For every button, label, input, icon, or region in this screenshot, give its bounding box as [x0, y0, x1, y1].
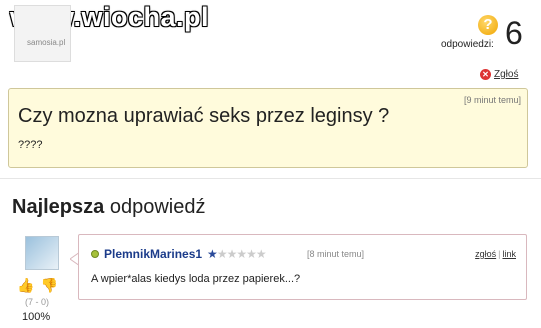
question-time: [9 minut temu] — [463, 95, 521, 105]
answer-permalink[interactable]: link — [502, 249, 516, 259]
question-bubble: [9 minut temu] Czy mozna uprawiać seks p… — [8, 88, 528, 168]
star-icon-filled: ★ — [207, 247, 218, 261]
thumbs-down-icon[interactable]: 👎 — [40, 277, 57, 294]
answers-count: 6 — [505, 15, 523, 51]
avatar-caption: samosia.pl — [27, 38, 66, 47]
best-answer-heading: Najlepsza odpowiedź — [12, 196, 205, 219]
vote-controls: 👍 👎 — [17, 277, 58, 294]
report-answer-link[interactable]: zgłoś — [475, 249, 496, 259]
best-answer-box: PlemnikMarines1 ★★★★★★ [8 minut temu] zg… — [78, 234, 527, 300]
best-answer-heading-bold: Najlepsza — [12, 196, 105, 218]
status-dot-icon — [91, 250, 99, 258]
answerer-avatar[interactable] — [25, 236, 59, 270]
report-icon: ✕ — [480, 69, 491, 80]
vote-count: (7 - 0) — [25, 297, 50, 307]
thumbs-up-icon[interactable]: 👍 — [17, 277, 34, 294]
answers-label: odpowiedzi: — [441, 39, 494, 50]
question-body: ???? — [18, 139, 43, 151]
report-question-link[interactable]: ✕ Zgłoś — [480, 69, 518, 80]
star-icon: ★★★★★ — [216, 247, 267, 261]
best-answer-heading-rest: odpowiedź — [109, 196, 206, 218]
vote-percent: 100% — [22, 311, 51, 323]
answer-user: PlemnikMarines1 ★★★★★★ — [91, 247, 267, 261]
report-label: Zgłoś — [494, 69, 519, 80]
asker-avatar[interactable]: samosia.pl — [14, 5, 71, 62]
answer-text: A wpier*alas kiedys loda przez papierek.… — [91, 273, 301, 285]
answer-actions: zgłoś | link — [475, 249, 516, 259]
answer-username[interactable]: PlemnikMarines1 — [104, 247, 202, 261]
answer-time: [8 minut temu] — [307, 249, 365, 259]
section-divider — [0, 178, 541, 179]
question-mark-icon: ? — [478, 15, 498, 35]
rating-stars: ★★★★★★ — [207, 247, 267, 261]
question-title: Czy mozna uprawiać seks przez leginsy ? — [18, 105, 390, 127]
